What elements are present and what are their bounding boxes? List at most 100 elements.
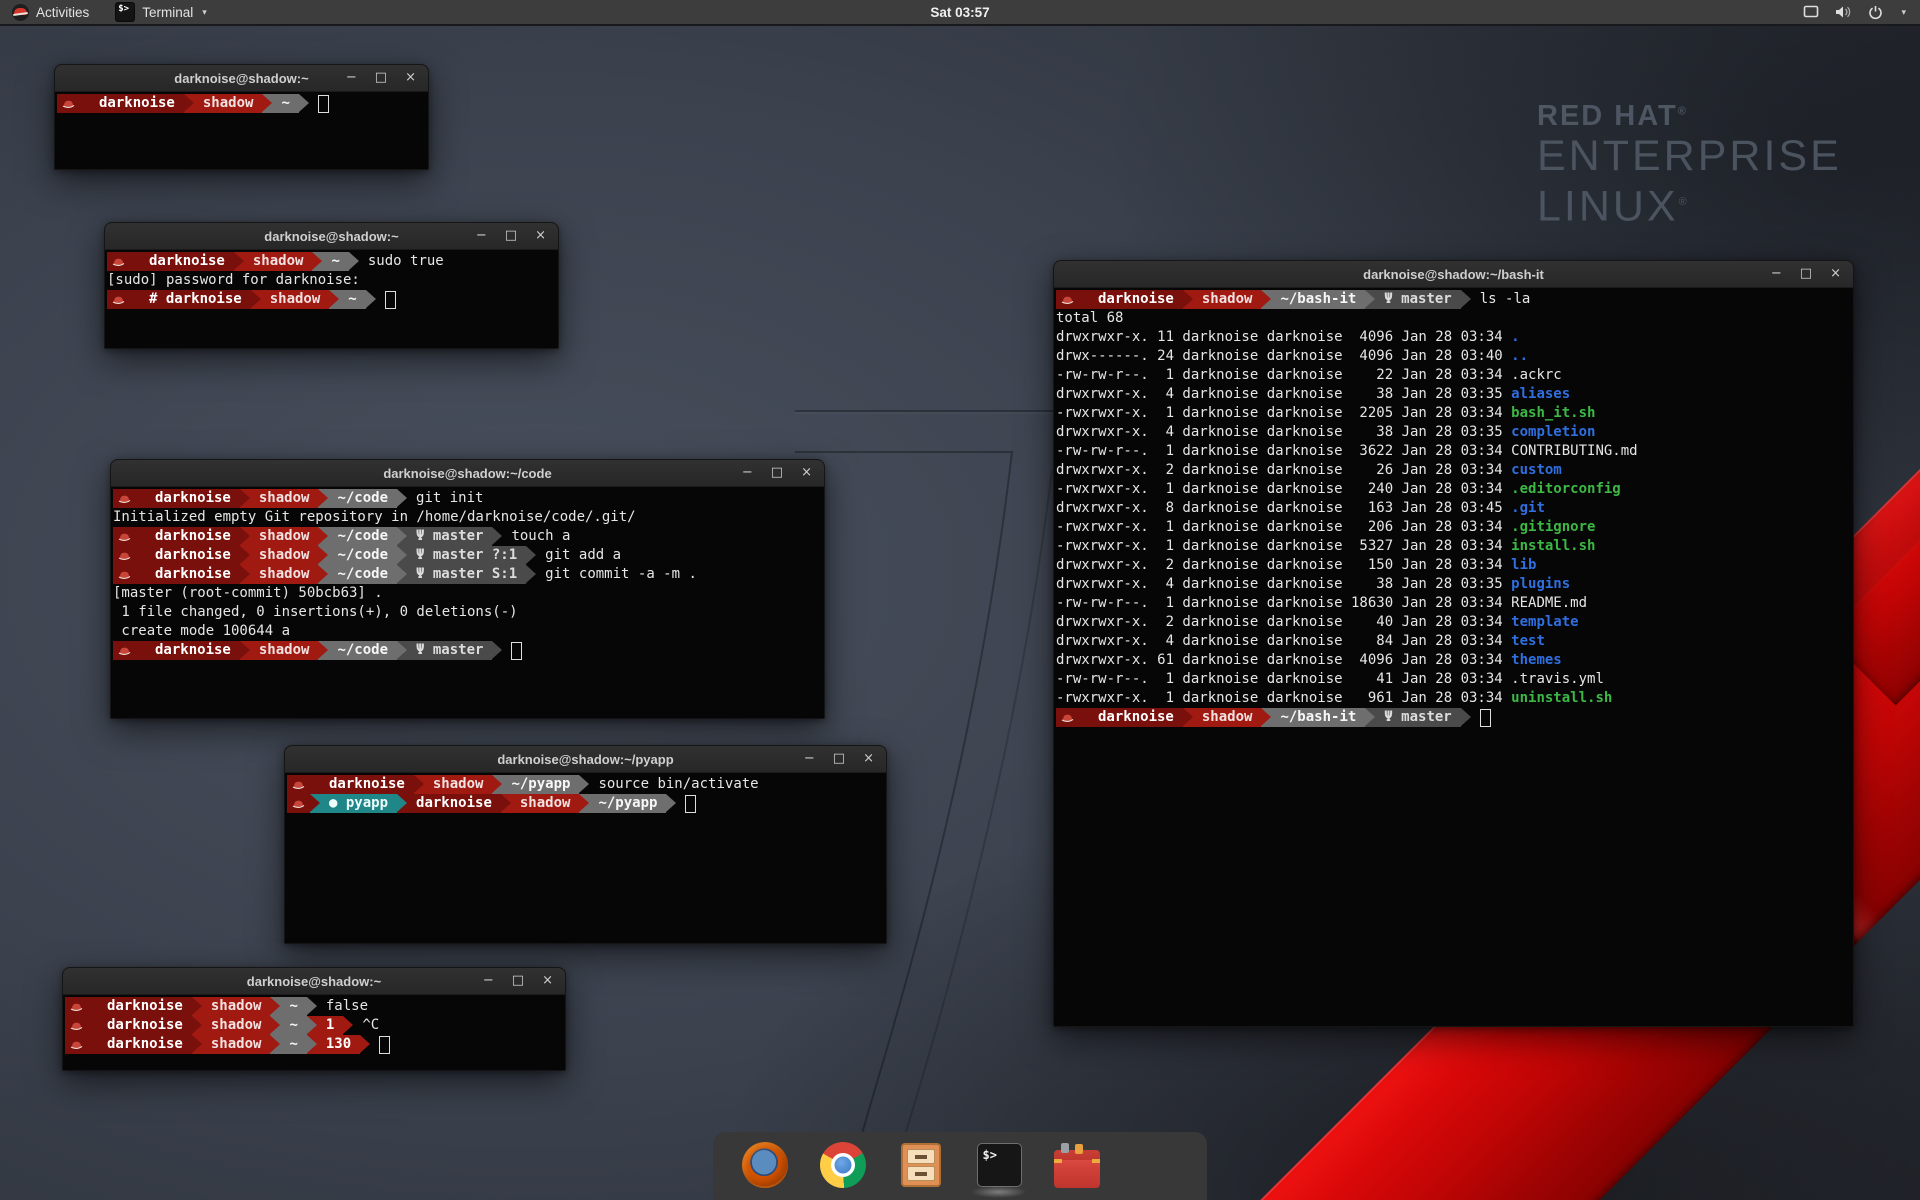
terminal-line: darknoiseshadow~/codeΨ mastertouch a <box>113 527 824 546</box>
minimize-button[interactable]: − <box>346 65 357 91</box>
terminal-line: darknoiseshadow~/codeΨ master ?:1git add… <box>113 546 824 565</box>
redhat-prompt-icon <box>107 252 130 271</box>
maximize-button[interactable]: □ <box>833 746 845 772</box>
prompt-segment-path: ~ <box>280 997 306 1016</box>
close-button[interactable]: × <box>1830 261 1841 287</box>
close-button[interactable]: × <box>863 746 874 772</box>
display-icon[interactable] <box>1803 5 1819 19</box>
filename: install.sh <box>1511 538 1595 554</box>
window-titlebar[interactable]: darknoise@shadow:~ − □ × <box>105 223 558 250</box>
terminal-line: darknoiseshadow~/codegit init <box>113 489 824 508</box>
clock[interactable]: Sat 03:57 <box>930 5 989 20</box>
system-menu-caret-icon[interactable]: ▾ <box>1901 7 1906 18</box>
redhat-logo-icon <box>12 4 29 21</box>
filename: plugins <box>1511 576 1570 592</box>
prompt-segment-path: ~ <box>280 1016 306 1035</box>
filename: .gitignore <box>1511 519 1595 535</box>
maximize-button[interactable]: □ <box>771 460 783 486</box>
window-titlebar[interactable]: darknoise@shadow:~ − □ × <box>63 968 565 995</box>
redhat-prompt-icon <box>1056 708 1079 727</box>
terminal-line: ● pyappdarknoiseshadow~/pyapp <box>287 794 886 813</box>
powerline-separator-icon <box>262 94 272 113</box>
terminal-window-code: darknoise@shadow:~/code − □ × darknoises… <box>110 459 825 719</box>
close-button[interactable]: × <box>542 968 553 994</box>
prompt-segment-user: darknoise <box>98 1035 192 1054</box>
prompt-segment-path: ~/bash-it <box>1271 290 1365 309</box>
terminal-content[interactable]: darknoiseshadow~ <box>55 92 428 169</box>
prompt-segment-user: # darknoise <box>140 290 251 309</box>
ls-row-meta: drwxrwxr-x. 2 darknoise darknoise 26 Jan… <box>1056 462 1511 478</box>
powerline-separator-icon <box>579 775 589 794</box>
close-button[interactable]: × <box>405 65 416 91</box>
powerline-separator-icon <box>526 565 536 584</box>
minimize-button[interactable]: − <box>476 223 487 249</box>
close-button[interactable]: × <box>535 223 546 249</box>
terminal-content[interactable]: darknoiseshadow~/codegit initInitialized… <box>111 487 824 718</box>
dock-item-chrome[interactable] <box>819 1141 867 1189</box>
filename: .ackrc <box>1511 367 1562 383</box>
terminal-content[interactable]: darknoiseshadow~sudo true[sudo] password… <box>105 250 558 348</box>
filename: aliases <box>1511 386 1570 402</box>
ls-row: drwxrwxr-x. 4 darknoise darknoise 84 Jan… <box>1056 632 1853 651</box>
prompt-segment-host: shadow <box>261 290 330 309</box>
maximize-button[interactable]: □ <box>1800 261 1812 287</box>
window-titlebar[interactable]: darknoise@shadow:~ − □ × <box>55 65 428 92</box>
command-text: git add a <box>545 546 621 565</box>
window-titlebar[interactable]: darknoise@shadow:~/pyapp − □ × <box>285 746 886 773</box>
terminal-content[interactable]: darknoiseshadow~/bash-itΨ masterls -lato… <box>1054 288 1853 1026</box>
minimize-button[interactable]: − <box>742 460 753 486</box>
dock: $> <box>713 1132 1207 1200</box>
activities-button[interactable]: Activities <box>0 0 101 24</box>
dock-item-app-grid[interactable] <box>1131 1141 1179 1189</box>
dock-item-files[interactable] <box>897 1141 945 1189</box>
minimize-button[interactable]: − <box>483 968 494 994</box>
powerline-separator-icon <box>397 565 407 584</box>
powerline-separator-icon <box>492 775 502 794</box>
terminal-line: darknoiseshadow~/bash-itΨ master <box>1056 708 1853 727</box>
minimize-button[interactable]: − <box>804 746 815 772</box>
volume-icon[interactable] <box>1835 5 1852 19</box>
prompt-segment-path: ~/code <box>328 565 397 584</box>
maximize-button[interactable]: □ <box>375 65 387 91</box>
powerline-separator-icon <box>299 94 309 113</box>
minimize-button[interactable]: − <box>1771 261 1782 287</box>
powerline-separator-icon <box>579 794 589 813</box>
prompt-segment-host: shadow <box>244 252 313 271</box>
maximize-button[interactable]: □ <box>512 968 524 994</box>
chevron-down-icon: ▾ <box>202 7 207 18</box>
powerline-separator-icon <box>1261 708 1271 727</box>
power-icon[interactable] <box>1868 5 1883 20</box>
dock-item-toolbox[interactable] <box>1053 1141 1101 1189</box>
dock-item-terminal[interactable]: $> <box>975 1141 1023 1189</box>
terminal-line: darknoiseshadow~/codeΨ master <box>113 641 824 660</box>
terminal-content[interactable]: darknoiseshadow~falsedarknoiseshadow~1^C… <box>63 995 565 1070</box>
terminal-window-home-2: darknoise@shadow:~ − □ × darknoise shadow… <box>62 967 566 1071</box>
ls-row: drwxrwxr-x. 4 darknoise darknoise 38 Jan… <box>1056 423 1853 442</box>
ls-row-meta: -rw-rw-r--. 1 darknoise darknoise 41 Jan… <box>1056 671 1511 687</box>
prompt-segment-exit: 1 <box>317 1016 343 1035</box>
powerline-separator-icon <box>397 489 407 508</box>
window-titlebar[interactable]: darknoise@shadow:~/bash-it − □ × <box>1054 261 1853 288</box>
redhat-prompt-icon <box>57 94 80 113</box>
redhat-prompt-icon <box>287 775 310 794</box>
ls-row-meta: drwxrwxr-x. 4 darknoise darknoise 84 Jan… <box>1056 633 1511 649</box>
window-titlebar[interactable]: darknoise@shadow:~/code − □ × <box>111 460 824 487</box>
prompt-segment-git: Ψ master <box>1375 708 1460 727</box>
dock-item-firefox[interactable] <box>741 1141 789 1189</box>
command-text: touch a <box>511 527 570 546</box>
prompt-segment-git: Ψ master <box>1375 290 1460 309</box>
powerline-separator-icon <box>366 290 376 309</box>
ls-row: drwx------. 24 darknoise darknoise 4096 … <box>1056 347 1853 366</box>
powerline-separator-icon <box>307 1035 317 1054</box>
terminal-output-text: [sudo] password for darknoise: <box>107 271 558 290</box>
redhat-prompt-icon <box>65 1035 88 1054</box>
maximize-button[interactable]: □ <box>505 223 517 249</box>
prompt-segment-host: shadow <box>202 997 271 1016</box>
app-menu-terminal[interactable]: $> Terminal ▾ <box>105 0 217 24</box>
command-text: source bin/activate <box>598 775 758 794</box>
powerline-separator-icon <box>1365 290 1375 309</box>
terminal-output-text: Initialized empty Git repository in /hom… <box>113 508 824 527</box>
close-button[interactable]: × <box>801 460 812 486</box>
ls-row-meta: -rw-rw-r--. 1 darknoise darknoise 3622 J… <box>1056 443 1511 459</box>
terminal-content[interactable]: darknoiseshadow~/pyappsource bin/activat… <box>285 773 886 943</box>
